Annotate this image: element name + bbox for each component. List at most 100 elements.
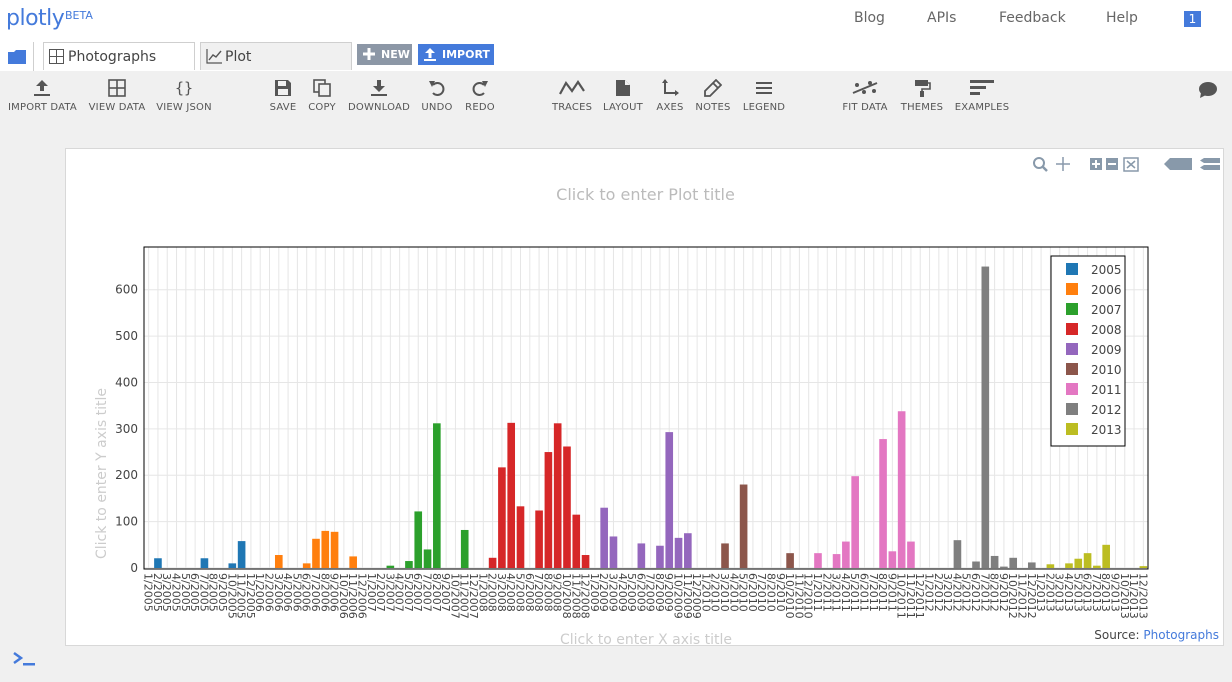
bar[interactable] [879, 439, 887, 568]
tab-plot[interactable]: Plot [200, 42, 352, 70]
feedback-link[interactable]: Feedback [999, 10, 1066, 26]
bar[interactable] [665, 432, 674, 568]
bar[interactable] [674, 537, 683, 568]
legend-label[interactable]: 2011 [1091, 383, 1122, 397]
legend-label[interactable]: 2013 [1091, 423, 1122, 437]
bar[interactable] [544, 452, 553, 568]
bar[interactable] [1065, 563, 1073, 568]
blog-link[interactable]: Blog [854, 10, 885, 26]
bar[interactable] [433, 423, 441, 568]
source-link[interactable]: Photographs [1143, 628, 1219, 642]
bar[interactable] [990, 555, 999, 568]
bar[interactable] [312, 538, 320, 568]
bar[interactable] [423, 549, 432, 568]
bar[interactable] [516, 506, 525, 568]
save-button[interactable]: SAVE [267, 79, 299, 113]
legend-label[interactable]: 2006 [1091, 283, 1122, 297]
bar[interactable] [1139, 566, 1148, 568]
bar[interactable] [349, 556, 357, 568]
hover-closest-icon[interactable] [1164, 158, 1192, 170]
bar[interactable] [637, 543, 646, 568]
import-button[interactable]: IMPORT [418, 44, 494, 65]
bar[interactable] [656, 545, 664, 568]
new-button[interactable]: NEW [357, 44, 412, 65]
bar[interactable] [405, 561, 413, 568]
bar[interactable] [1046, 564, 1055, 568]
view-data-button[interactable]: VIEW DATA [88, 79, 146, 113]
bar[interactable] [897, 411, 906, 568]
import-data-button[interactable]: IMPORT DATA [8, 79, 77, 113]
x-axis-title[interactable]: Click to enter X axis title [560, 632, 732, 645]
autoscale-icon[interactable] [1123, 157, 1139, 172]
bar[interactable] [842, 541, 850, 568]
bar[interactable] [851, 476, 859, 568]
bar-chart[interactable]: 0100200300400500600 1/20052/20053/20054/… [66, 149, 1223, 645]
bar[interactable] [814, 553, 822, 568]
zoom-in-icon[interactable] [1090, 158, 1102, 170]
bar[interactable] [274, 555, 283, 568]
themes-button[interactable]: THEMES [899, 79, 945, 113]
bar[interactable] [154, 558, 162, 568]
bar[interactable] [330, 531, 339, 568]
bar[interactable] [972, 561, 980, 568]
bar[interactable] [1009, 557, 1018, 568]
legend-label[interactable]: 2005 [1091, 263, 1122, 277]
folder-button[interactable] [0, 42, 34, 71]
copy-button[interactable]: COPY [306, 79, 338, 113]
download-button[interactable]: DOWNLOAD [348, 79, 410, 113]
bar[interactable] [237, 541, 246, 568]
bar[interactable] [414, 511, 423, 568]
bar[interactable] [684, 533, 692, 568]
bar[interactable] [609, 536, 618, 568]
bar[interactable] [553, 423, 562, 568]
pan-icon[interactable] [1056, 157, 1070, 171]
legend-button[interactable]: LEGEND [742, 79, 786, 113]
apis-link[interactable]: APIs [927, 10, 956, 26]
zoom-icon[interactable] [1033, 157, 1048, 172]
bar[interactable] [386, 565, 395, 568]
bar[interactable] [563, 446, 571, 568]
bar[interactable] [888, 551, 897, 568]
bar[interactable] [498, 467, 506, 568]
bar[interactable] [488, 557, 497, 568]
bar[interactable] [460, 529, 469, 568]
bar[interactable] [1102, 544, 1110, 568]
help-link[interactable]: Help [1106, 10, 1138, 26]
bar[interactable] [953, 540, 962, 568]
bar[interactable] [321, 530, 330, 568]
terminal-prompt-icon[interactable] [12, 650, 36, 673]
bar[interactable] [200, 558, 209, 568]
bar[interactable] [507, 422, 516, 568]
fit-data-button[interactable]: FIT DATA [841, 79, 889, 113]
bar[interactable] [600, 507, 608, 568]
legend-label[interactable]: 2007 [1091, 303, 1122, 317]
traces-button[interactable]: TRACES [552, 79, 592, 113]
bar[interactable] [739, 484, 748, 568]
legend-label[interactable]: 2010 [1091, 363, 1122, 377]
layout-button[interactable]: LAYOUT [602, 79, 644, 113]
bar[interactable] [1000, 566, 1008, 568]
bar[interactable] [535, 510, 543, 568]
bar[interactable] [907, 541, 915, 568]
tab-photographs[interactable]: Photographs [43, 42, 195, 70]
bar[interactable] [572, 514, 581, 568]
bar[interactable] [721, 543, 729, 568]
legend-label[interactable]: 2008 [1091, 323, 1122, 337]
bar[interactable] [786, 553, 794, 568]
undo-button[interactable]: UNDO [421, 79, 453, 113]
bar[interactable] [228, 563, 237, 568]
bar[interactable] [581, 555, 590, 568]
view-json-button[interactable]: {} VIEW JSON [156, 79, 212, 113]
bar[interactable] [832, 554, 841, 568]
legend[interactable]: 2005 2006 2007 2008 2009 2010 2011 2012 2013 [1050, 255, 1126, 447]
axes-button[interactable]: AXES [654, 79, 686, 113]
hover-compare-icon[interactable] [1200, 158, 1220, 170]
bar[interactable] [1074, 558, 1083, 568]
notification-badge[interactable]: 1 [1184, 11, 1201, 27]
legend-label[interactable]: 2012 [1091, 403, 1122, 417]
bar[interactable] [1083, 553, 1092, 568]
bar[interactable] [1093, 565, 1101, 568]
y-axis-title[interactable]: Click to enter Y axis title [94, 388, 110, 559]
redo-button[interactable]: REDO [464, 79, 496, 113]
legend-label[interactable]: 2009 [1091, 343, 1122, 357]
